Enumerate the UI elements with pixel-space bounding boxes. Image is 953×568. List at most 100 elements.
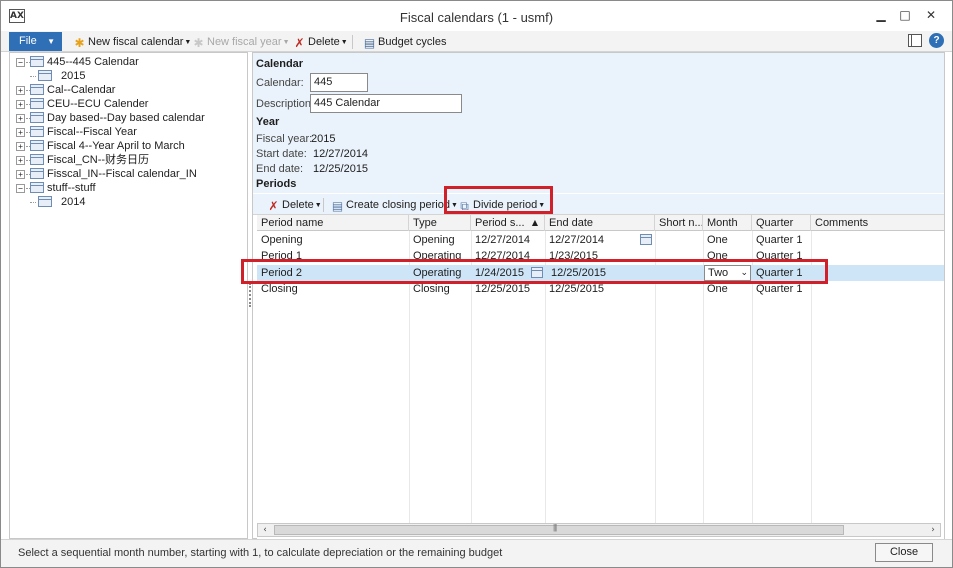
status-bar: Select a sequential month number, starti… — [1, 539, 952, 567]
layout-icon[interactable] — [908, 34, 922, 47]
col-header-short-name[interactable]: Short n... — [655, 215, 703, 231]
close-window-button[interactable]: ✕ — [919, 7, 943, 24]
cell-month: One — [707, 234, 728, 246]
new-fiscal-year-label: New fiscal year — [207, 36, 282, 48]
expand-icon[interactable]: + — [16, 142, 25, 151]
tree-item-label: CEU--ECU Calender — [47, 98, 149, 110]
expand-icon[interactable]: + — [16, 128, 25, 137]
calendar-icon — [30, 56, 44, 67]
file-label: File — [19, 35, 37, 47]
periods-delete-button[interactable]: ✗ Delete▼ — [267, 197, 322, 213]
periods-section-title: Periods — [256, 178, 297, 190]
delete-label: Delete — [308, 36, 340, 48]
calendar-field-label: Calendar: — [256, 77, 304, 89]
new-fiscal-calendar-button[interactable]: ✱ New fiscal calendar▼ — [73, 34, 191, 50]
periods-delete-label: Delete — [282, 199, 314, 211]
scroll-left-icon[interactable]: ‹ — [258, 524, 272, 536]
chevron-down-icon: ▼ — [47, 37, 55, 46]
end-date-label: End date: — [256, 163, 304, 175]
new-fiscal-calendar-label: New fiscal calendar — [88, 36, 184, 48]
create-closing-period-button[interactable]: ▤ Create closing period▼ — [331, 197, 458, 213]
table-row[interactable]: Opening Opening 12/27/2014 12/27/2014 On… — [257, 232, 944, 248]
horizontal-scrollbar[interactable]: ‹ › — [257, 523, 941, 537]
cell-comments — [811, 232, 944, 248]
description-field-label: Description: — [256, 98, 315, 110]
calendar-icon — [30, 168, 44, 179]
tree-item-label: stuff--stuff — [47, 182, 96, 194]
expand-icon[interactable]: + — [16, 114, 25, 123]
chevron-down-icon: ▼ — [184, 39, 192, 46]
divide-period-highlight — [444, 186, 553, 214]
expand-icon[interactable]: + — [16, 170, 25, 179]
file-menu-button[interactable]: File ▼ — [9, 32, 62, 51]
calendar-icon — [38, 196, 52, 207]
header-fields: Calendar Calendar: 445 Description: 445 … — [253, 53, 944, 193]
grid-header: Period name Type Period s... ▲ End date … — [257, 215, 944, 231]
expand-icon[interactable]: + — [16, 86, 25, 95]
budget-cycles-button[interactable]: ▤ Budget cycles — [363, 34, 447, 50]
close-button[interactable]: Close — [875, 543, 933, 562]
col-header-month[interactable]: Month — [703, 215, 752, 231]
action-pane: File ▼ ✱ New fiscal calendar▼ ✱ New fiscal… — [1, 31, 952, 52]
calendar-icon — [30, 98, 44, 109]
col-header-type[interactable]: Type — [409, 215, 471, 231]
cell-comments — [811, 281, 944, 297]
col-header-quarter[interactable]: Quarter — [752, 215, 811, 231]
fiscal-year-label: Fiscal year: — [256, 133, 313, 145]
calendar-icon — [30, 182, 44, 193]
calendar-picker-icon[interactable] — [640, 234, 652, 245]
tree-item-label: Fiscal 4--Year April to March — [47, 140, 185, 152]
delete-x-icon: ✗ — [268, 199, 279, 213]
description-field[interactable]: 445 Calendar — [310, 94, 462, 113]
cell-comments — [811, 248, 944, 264]
closing-period-icon: ▤ — [331, 199, 344, 213]
toolbar-divider — [352, 35, 353, 49]
new-star-icon: ✱ — [193, 36, 204, 50]
calendar-field[interactable]: 445 — [310, 73, 368, 92]
start-date-label: Start date: — [256, 148, 307, 160]
tree-item-label: Fiscal--Fiscal Year — [47, 126, 137, 138]
new-fiscal-year-button[interactable]: ✱ New fiscal year▼ — [192, 34, 290, 50]
calendar-icon — [38, 70, 52, 81]
cell-comments — [811, 265, 944, 281]
help-icon[interactable]: ? — [929, 33, 944, 48]
scroll-right-icon[interactable]: › — [926, 524, 940, 536]
calendar-section-title: Calendar — [256, 58, 304, 70]
delete-button[interactable]: ✗ Delete▼ — [293, 34, 347, 50]
tree-item-label: 2015 — [61, 70, 86, 82]
title-bar: AX Fiscal calendars (1 - usmf) ▁ □ ✕ — [1, 1, 952, 31]
collapse-icon[interactable]: − — [16, 184, 25, 193]
chevron-down-icon: ▼ — [282, 39, 290, 46]
calendar-icon — [30, 126, 44, 137]
new-star-icon: ✱ — [74, 36, 85, 50]
col-header-comments[interactable]: Comments — [811, 215, 944, 231]
end-date-value: 12/25/2015 — [313, 163, 369, 175]
minimize-button[interactable]: ▁ — [869, 7, 893, 24]
cell-type: Opening — [413, 234, 455, 246]
scrollbar-thumb[interactable] — [274, 523, 844, 535]
col-header-end-date[interactable]: End date — [545, 215, 655, 231]
cell-quarter: Quarter 1 — [756, 234, 803, 246]
calendar-icon — [30, 154, 44, 165]
collapse-icon[interactable]: − — [16, 58, 25, 67]
col-header-period-name[interactable]: Period name — [257, 215, 409, 231]
detail-pane: Calendar Calendar: 445 Description: 445 … — [252, 52, 945, 539]
pane-splitter[interactable] — [249, 283, 251, 307]
expand-icon[interactable]: + — [16, 100, 25, 109]
expand-icon[interactable]: + — [16, 156, 25, 165]
toolbar-divider — [323, 198, 324, 212]
tree-item-label: Fiscal_CN--财务日历 — [47, 154, 150, 166]
tree-item-label: 2014 — [61, 196, 86, 208]
cell-period-name: Opening — [261, 234, 303, 246]
chevron-down-icon: ▼ — [314, 202, 322, 209]
sort-ascending-icon: ▲ — [531, 218, 538, 227]
maximize-button[interactable]: □ — [893, 7, 917, 24]
budget-cycles-icon: ▤ — [363, 36, 376, 50]
status-help-text: Select a sequential month number, starti… — [18, 547, 503, 559]
calendar-icon — [30, 112, 44, 123]
col-header-period-start-label: Period s... — [475, 217, 525, 229]
selected-row-highlight — [241, 259, 828, 284]
calendar-tree: − 445--445 Calendar 2015 + Cal--Calendar… — [9, 52, 248, 539]
cell-period-start: 12/27/2014 — [475, 234, 531, 246]
col-header-period-start[interactable]: Period s... ▲ — [471, 215, 545, 231]
